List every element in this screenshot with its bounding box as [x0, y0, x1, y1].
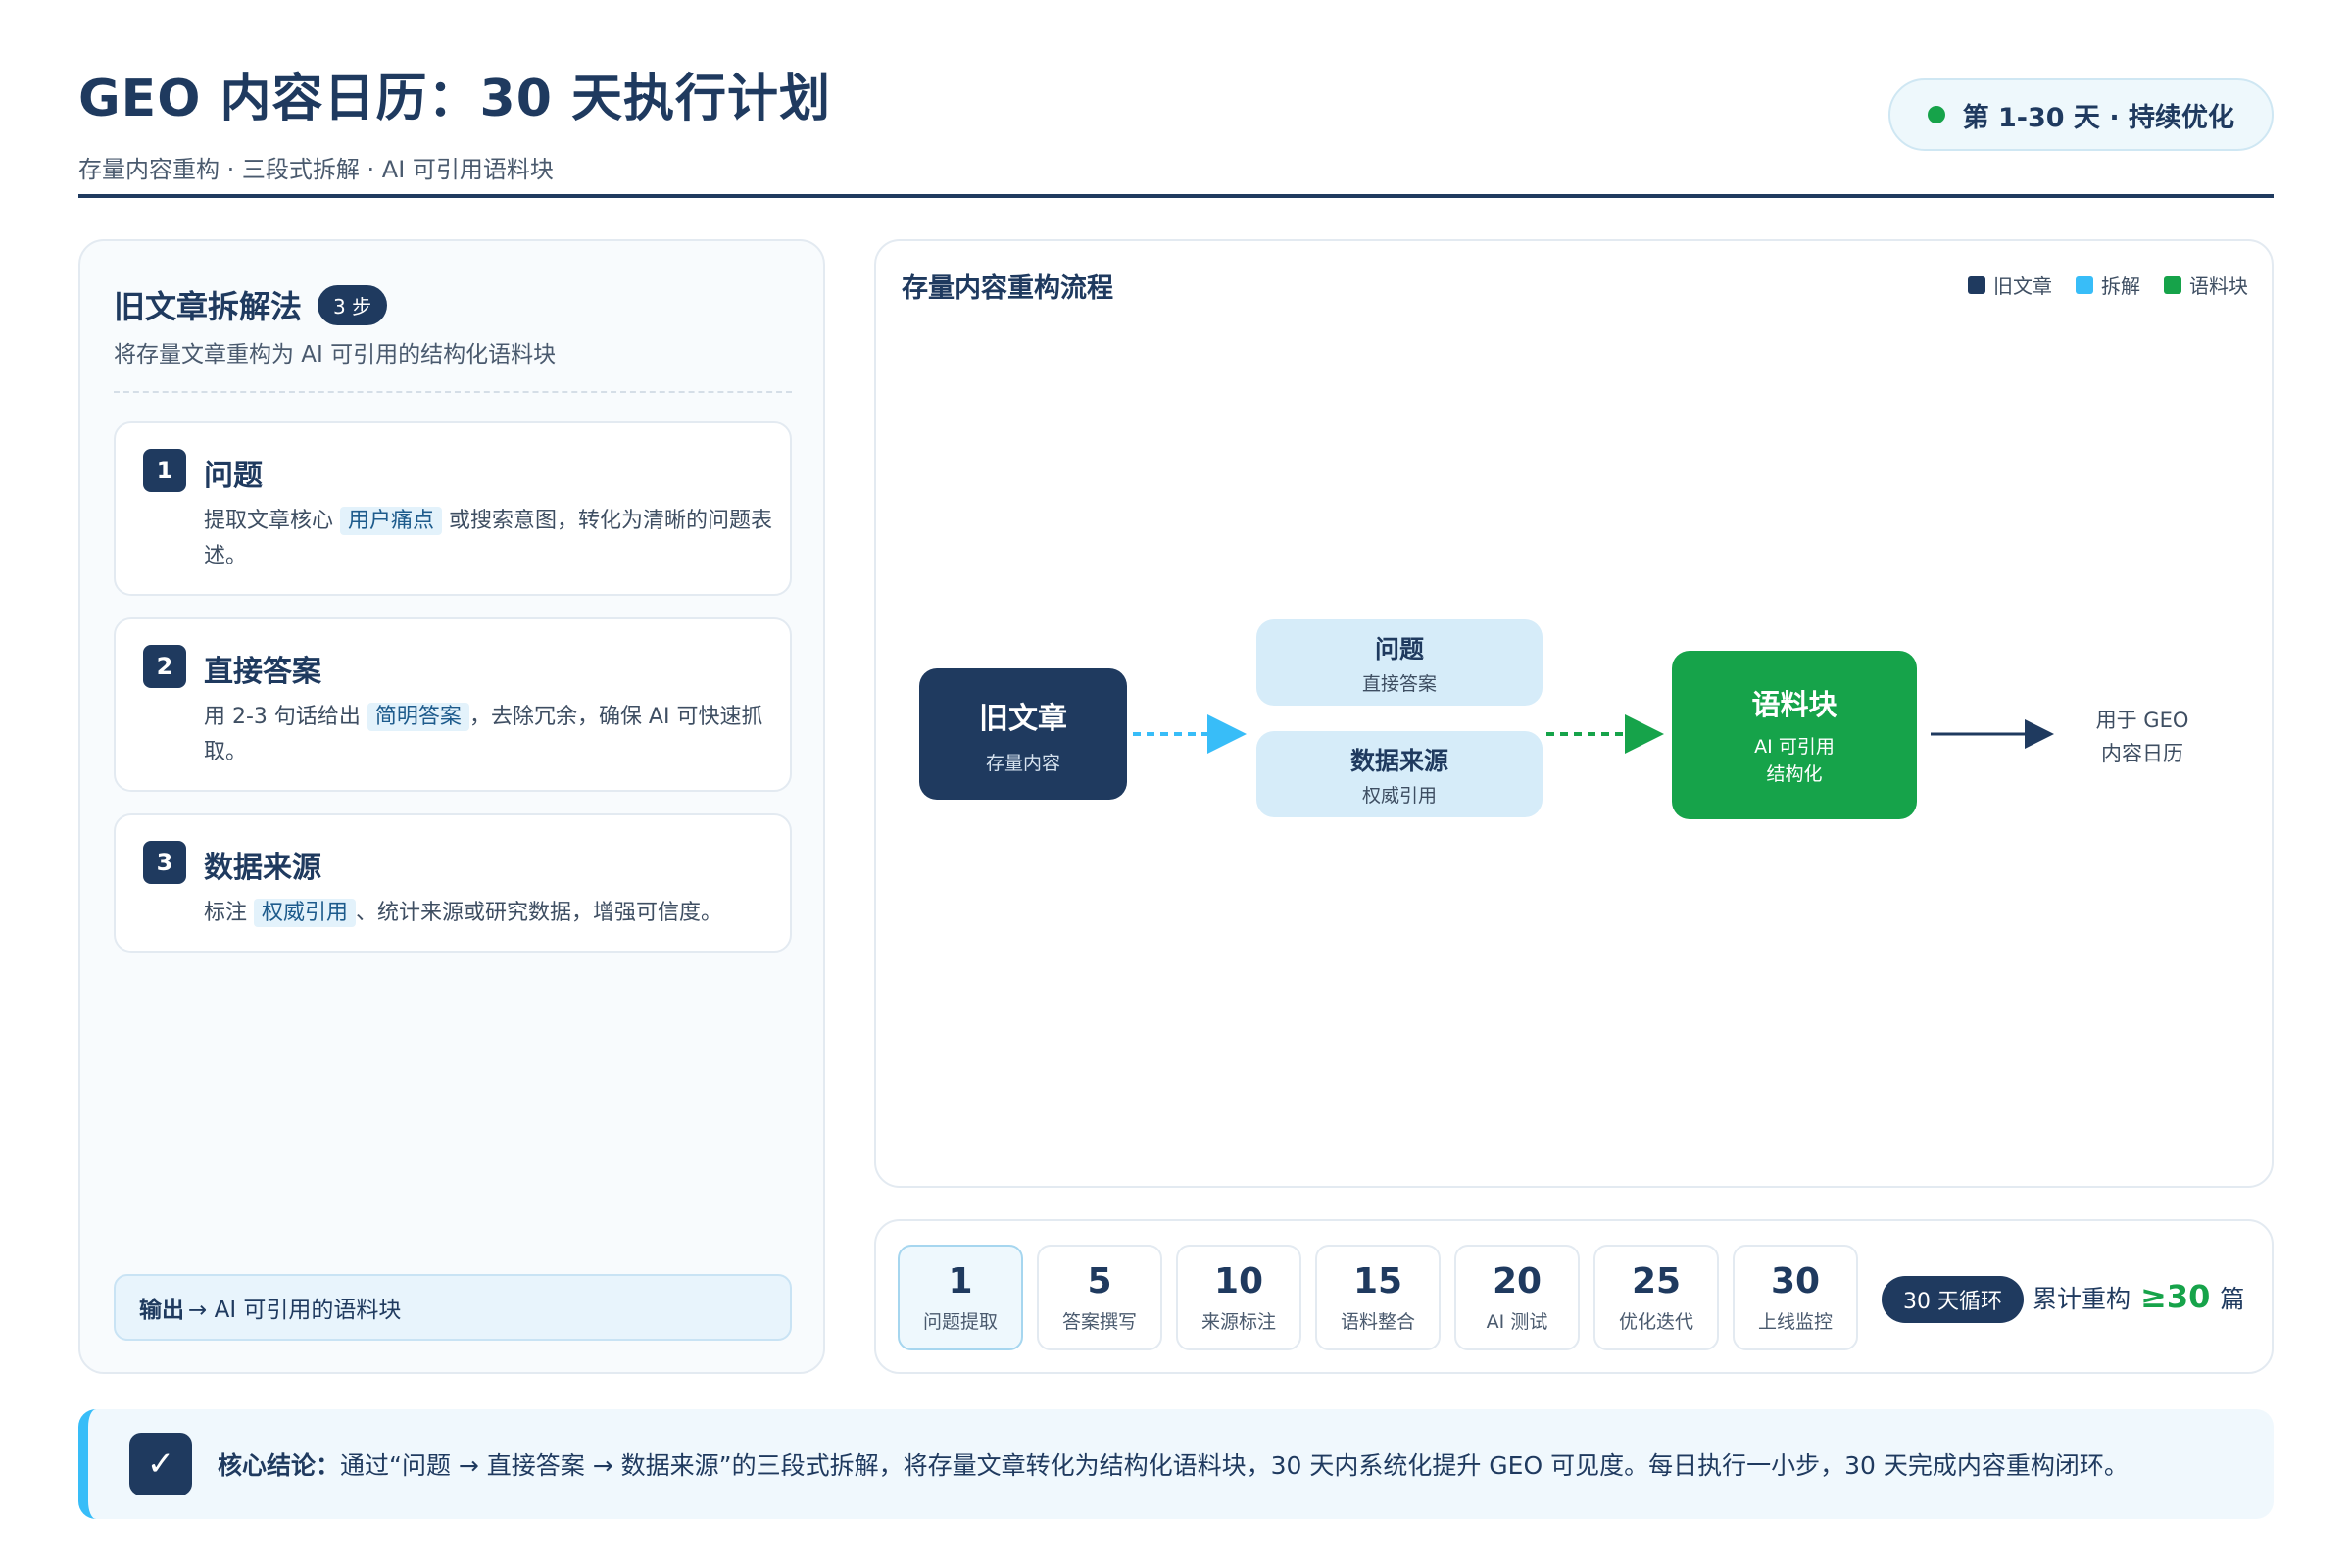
period-badge-label: 第 1-30 天 · 持续优化: [1962, 102, 2234, 133]
node-title: 旧文章: [979, 701, 1067, 736]
node-corpus-block: 语料块 AI 可引用 结构化: [1672, 651, 1917, 819]
keyword-highlight: 用户痛点: [340, 507, 443, 535]
day-number: 1: [948, 1261, 973, 1301]
step-card-data-source: 3 数据来源 标注 权威引用 、统计来源或研究数据，增强可信度。: [114, 813, 792, 953]
steps-count-badge: 3 步: [318, 284, 388, 325]
cumulative-unit: 篇: [2220, 1285, 2245, 1313]
conclusion-label: 核心结论：: [218, 1451, 341, 1480]
day-label: 优化迭代: [1618, 1311, 1693, 1333]
flow-end-label: 用于 GEO 内容日历: [2095, 709, 2189, 765]
step-description: 用 2-3 句话给出 简明答案 ，去除冗余，确保 AI 可快速抓取。: [204, 703, 763, 764]
day-number: 5: [1087, 1261, 1112, 1301]
step-card-direct-answer: 2 直接答案 用 2-3 句话给出 简明答案 ，去除冗余，确保 AI 可快速抓取。: [114, 617, 792, 792]
day-label: 上线监控: [1757, 1311, 1833, 1333]
page-header: GEO 内容日历：30 天执行计划 存量内容重构 · 三段式拆解 · AI 可引…: [78, 57, 2274, 200]
step-card-question: 1 问题 提取文章核心 用户痛点 或搜索意图，转化为清晰的问题表述。: [114, 421, 792, 596]
method-title: 旧文章拆解法: [114, 288, 303, 325]
node-subtitle: AI 可引用 结构化: [1754, 736, 1835, 785]
step-description: 提取文章核心 用户痛点 或搜索意图，转化为清晰的问题表述。: [204, 507, 773, 568]
node-title: 数据来源: [1349, 746, 1448, 775]
page-subtitle: 存量内容重构 · 三段式拆解 · AI 可引用语料块: [78, 156, 554, 183]
day-cell-15[interactable]: 15 语料整合: [1315, 1245, 1441, 1350]
day-cell-30[interactable]: 30 上线监控: [1733, 1245, 1858, 1350]
day-cell-10[interactable]: 10 来源标注: [1176, 1245, 1301, 1350]
timeline-panel: 1 问题提取 5 答案撰写 10 来源标注 15 语料整合 20 AI 测试 2…: [874, 1219, 2274, 1374]
day-cell-5[interactable]: 5 答案撰写: [1037, 1245, 1162, 1350]
day-label: 来源标注: [1200, 1311, 1276, 1333]
day-number: 25: [1631, 1261, 1682, 1301]
step-number: 2: [143, 645, 186, 688]
output-box: 输出 → AI 可引用的语料块: [114, 1274, 792, 1341]
day-label: 问题提取: [922, 1311, 998, 1333]
conclusion-text: 核心结论：通过“问题 → 直接答案 → 数据来源”的三段式拆解，将存量文章转化为…: [218, 1446, 2129, 1482]
day-cell-25[interactable]: 25 优化迭代: [1593, 1245, 1719, 1350]
period-badge: 第 1-30 天 · 持续优化: [1887, 78, 2274, 151]
step-title: 直接答案: [204, 655, 321, 689]
day-number: 20: [1492, 1261, 1543, 1301]
node-subtitle: 存量内容: [985, 752, 1060, 774]
method-panel: 旧文章拆解法 3 步 将存量文章重构为 AI 可引用的结构化语料块 1 问题 提…: [78, 239, 825, 1374]
keyword-highlight: 简明答案: [367, 703, 469, 731]
day-cell-1[interactable]: 1 问题提取: [898, 1245, 1023, 1350]
step-number: 1: [143, 449, 186, 492]
node-old-article: 旧文章 存量内容: [919, 668, 1127, 800]
header-divider: [78, 194, 2274, 198]
cycle-badge: 30 天循环: [1882, 1276, 2024, 1323]
day-label: 语料整合: [1340, 1311, 1415, 1333]
step-description: 标注 权威引用 、统计来源或研究数据，增强可信度。: [204, 899, 723, 927]
node-subtitle: 权威引用: [1361, 784, 1437, 807]
step-title: 数据来源: [204, 851, 321, 885]
day-label: AI 测试: [1486, 1311, 1548, 1333]
day-number: 30: [1770, 1261, 1821, 1301]
node-data-source: 数据来源 权威引用: [1256, 731, 1543, 817]
cumulative-value: ≥30: [2140, 1278, 2211, 1315]
node-title: 问题: [1374, 634, 1424, 663]
day-label: 答案撰写: [1061, 1311, 1137, 1333]
conclusion-banner: ✓ 核心结论：通过“问题 → 直接答案 → 数据来源”的三段式拆解，将存量文章转…: [78, 1409, 2274, 1519]
node-subtitle: 直接答案: [1361, 672, 1437, 695]
flow-diagram-panel: 存量内容重构流程 旧文章 拆解 语料块 旧文章 存量内容 问题 直接答案 数据来…: [874, 239, 2274, 1188]
keyword-highlight: 权威引用: [254, 899, 357, 927]
day-cell-20[interactable]: 20 AI 测试: [1454, 1245, 1580, 1350]
node-title: 语料块: [1751, 688, 1838, 721]
step-number: 3: [143, 841, 186, 884]
node-question: 问题 直接答案: [1256, 619, 1543, 706]
output-label: 输出: [139, 1298, 184, 1323]
method-title-row: 旧文章拆解法 3 步: [114, 282, 388, 327]
output-text: → AI 可引用的语料块: [188, 1298, 402, 1323]
check-icon: ✓: [129, 1433, 192, 1495]
day-number: 10: [1213, 1261, 1264, 1301]
day-number: 15: [1352, 1261, 1403, 1301]
cumulative-count: 累计重构 ≥30 篇: [2033, 1278, 2244, 1315]
status-dot-icon: [1927, 106, 1945, 123]
step-title: 问题: [204, 459, 263, 493]
cumulative-label: 累计重构: [2033, 1285, 2132, 1313]
dashed-divider: [114, 391, 792, 393]
method-description: 将存量文章重构为 AI 可引用的结构化语料块: [114, 342, 557, 368]
conclusion-body: 通过“问题 → 直接答案 → 数据来源”的三段式拆解，将存量文章转化为结构化语料…: [340, 1451, 2129, 1480]
